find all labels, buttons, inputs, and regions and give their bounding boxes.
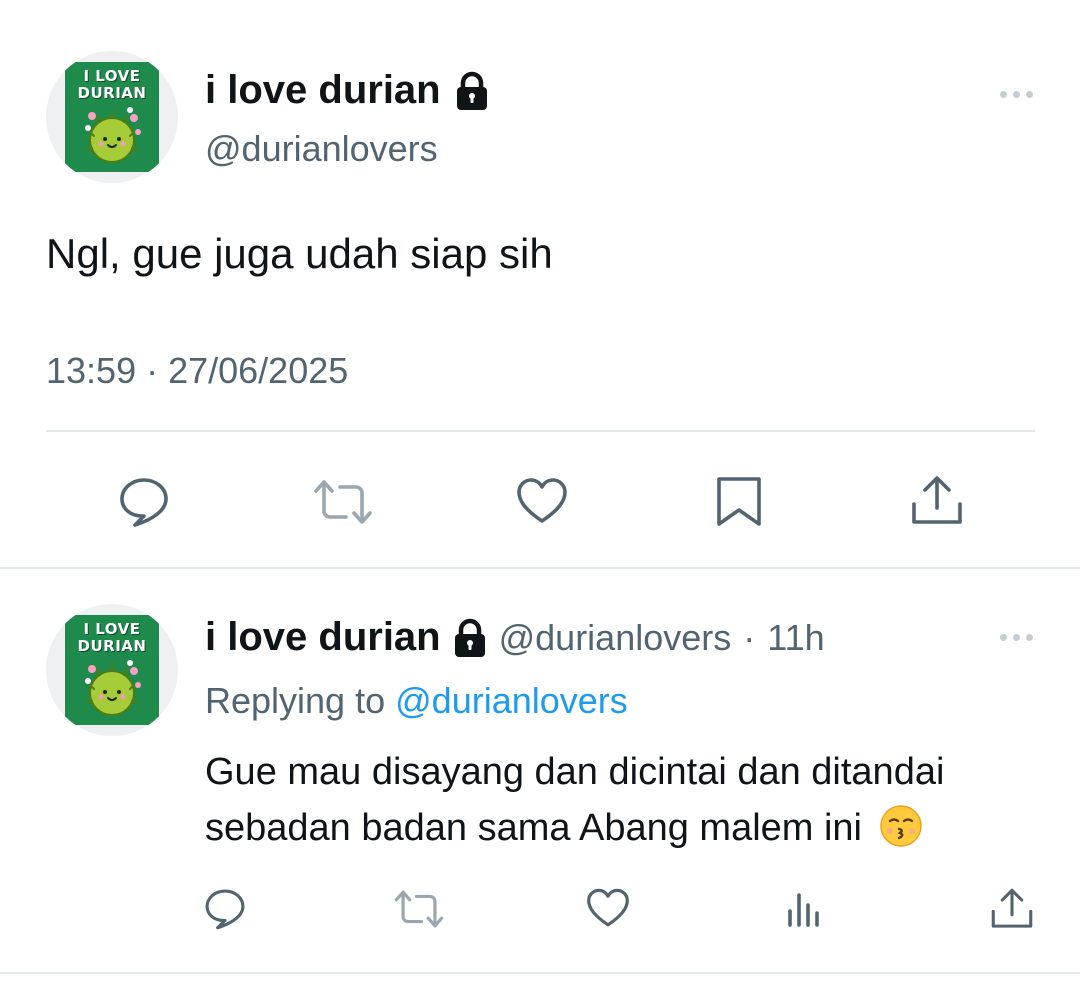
tweet-date: 27/06/2025 [168,350,349,391]
share-icon[interactable] [908,474,966,528]
more-dot [1026,634,1033,641]
meta-separator: · [743,616,756,658]
replying-to-handle[interactable]: @durianlovers [395,680,628,721]
reply-icon[interactable] [116,474,172,530]
reply-age[interactable]: 11h [767,617,824,659]
meta-separator: · [146,350,159,391]
bookmark-icon[interactable] [712,474,766,528]
logo-text-line2: DURIAN [77,84,147,102]
more-options-icon[interactable] [1000,634,1033,641]
kissing-face-emoji [879,805,922,847]
durian-icon [85,660,141,716]
tweet-author-row: i love durian [205,68,489,113]
share-icon[interactable] [988,886,1036,932]
lock-icon [454,618,485,657]
tweet-timestamp[interactable]: 13:59 · 27/06/2025 [46,350,348,392]
divider [0,972,1080,974]
divider [46,430,1035,432]
reply-text: Gue mau disayang dan dicintai dan ditand… [205,744,944,856]
replying-to: Replying to @durianlovers [205,680,628,722]
avatar[interactable]: I LOVE DURIAN [46,604,178,736]
reply-text-line2: sebadan badan sama Abang malem ini [205,800,944,856]
durian-icon [85,107,141,163]
logo-text-line1: I LOVE [83,620,141,638]
avatar-logo: I LOVE DURIAN [65,615,159,725]
lock-icon [456,71,487,110]
replying-to-label: Replying to [205,680,386,721]
retweet-icon[interactable] [312,476,374,528]
tweet-time: 13:59 [46,350,137,391]
avatar-logo: I LOVE DURIAN [65,62,159,172]
more-dot [1013,91,1020,98]
reply-icon[interactable] [202,886,248,932]
views-icon[interactable] [784,888,824,930]
like-icon[interactable] [585,886,631,930]
retweet-icon[interactable] [393,888,445,930]
more-dot [1000,634,1007,641]
like-icon[interactable] [514,474,570,528]
more-options-icon[interactable] [1000,91,1033,98]
logo-text-line2: DURIAN [77,637,147,655]
display-name[interactable]: i love durian [205,68,441,113]
avatar[interactable]: I LOVE DURIAN [46,51,178,183]
divider [0,567,1080,569]
user-handle[interactable]: @durianlovers [205,128,438,170]
more-dot [1013,634,1020,641]
display-name[interactable]: i love durian [205,615,441,660]
reply-author-row: i love durian @durianlovers · 11h [205,615,825,660]
more-dot [1000,91,1007,98]
reply-text-line1: Gue mau disayang dan dicintai dan ditand… [205,751,945,793]
logo-text-line1: I LOVE [83,67,141,85]
more-dot [1026,91,1033,98]
tweet-text: Ngl, gue juga udah siap sih [46,230,553,277]
reply-text-line2-content: sebadan badan sama Abang malem ini [205,807,863,849]
user-handle[interactable]: @durianlovers [499,617,732,659]
